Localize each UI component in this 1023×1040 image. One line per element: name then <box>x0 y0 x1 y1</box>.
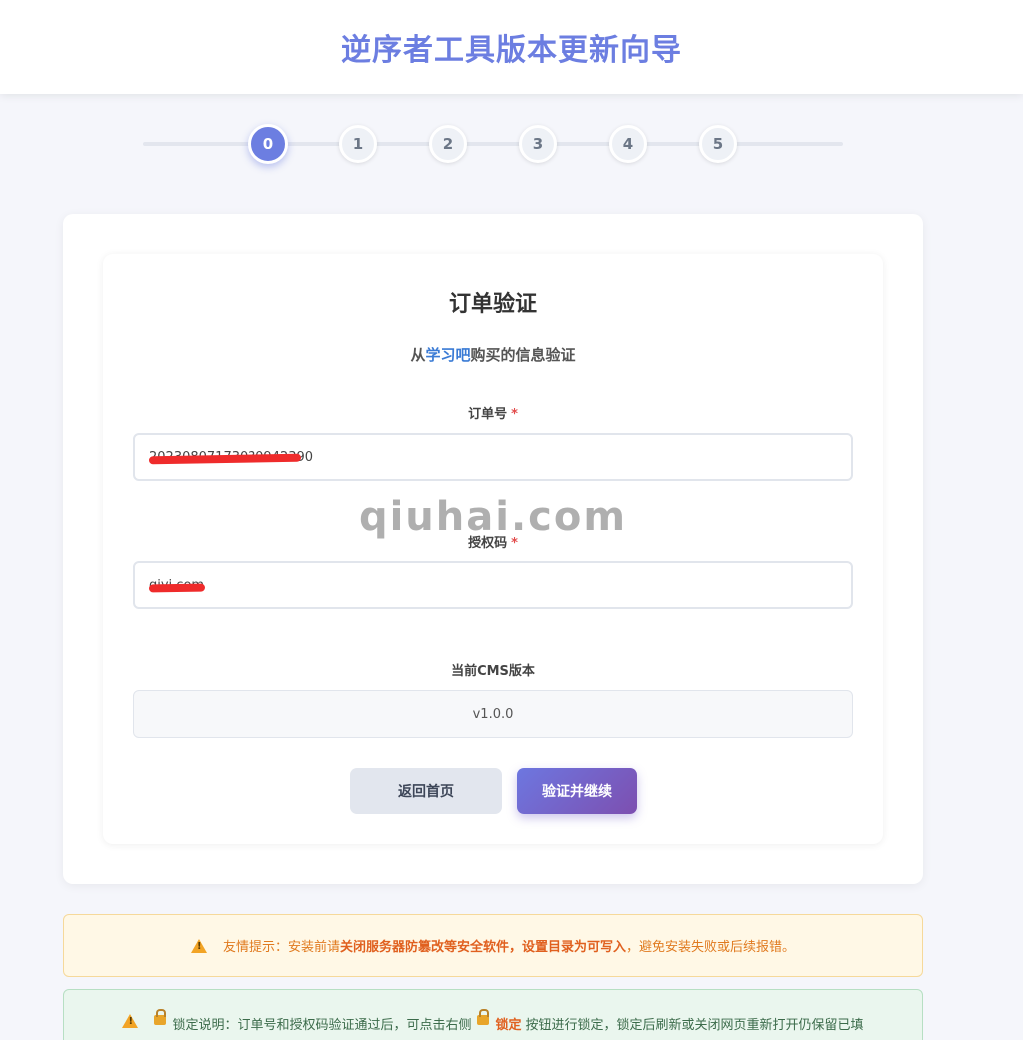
required-mark: * <box>511 536 518 551</box>
lock-icon <box>154 1009 167 1025</box>
order-number-label: 订单号 * <box>103 403 883 422</box>
subtitle-suffix: 购买的信息验证 <box>470 346 576 364</box>
redaction-mark <box>148 583 206 593</box>
subtitle-prefix: 从 <box>410 346 426 364</box>
subtitle-link[interactable]: 学习吧 <box>425 346 470 364</box>
step-5[interactable]: 5 <box>699 125 737 163</box>
lock-suffix: 按钮进行锁定，锁定后刷新或关闭网页重新打开仍保留已填 <box>525 1018 864 1033</box>
cms-version-value: v1.0.0 <box>472 706 514 722</box>
wizard-card: 订单验证 从学习吧购买的信息验证 订单号* 202308071730?09423… <box>63 214 923 884</box>
warn-suffix: ，避免安装失败或后续报错。 <box>626 940 796 955</box>
lock-info-notice: 锁定说明：订单号和授权码验证通过后，可点击右侧 锁定 按钮进行锁定，锁定后刷新或… <box>63 989 923 1040</box>
warning-icon <box>190 938 207 953</box>
warn-bold-1: 关闭服务器防篡改等安全软件 <box>339 940 509 955</box>
order-verification-panel: 订单验证 从学习吧购买的信息验证 订单号* 202308071730?09423… <box>103 254 883 844</box>
step-2[interactable]: 2 <box>429 125 467 163</box>
back-home-button[interactable]: 返回首页 <box>350 768 502 814</box>
required-mark: * <box>511 407 518 422</box>
warning-icon <box>122 1014 139 1028</box>
warn-bold-2: 设置目录为可写入 <box>522 940 627 955</box>
lock-bold: 锁定 <box>495 1018 522 1033</box>
cms-version-field: v1.0.0 <box>133 690 853 738</box>
order-number-input[interactable]: 202308071730?0942390 <box>133 433 853 481</box>
cms-version-label: 当前CMS版本 <box>451 664 535 679</box>
panel-title: 订单验证 <box>448 292 537 317</box>
verify-continue-button[interactable]: 验证并继续 <box>517 768 637 814</box>
auth-label-text: 授权码 <box>468 536 508 551</box>
order-label-text: 订单号 <box>468 407 508 422</box>
auth-code-input[interactable]: qiyi.com <box>133 561 853 609</box>
step-0[interactable]: 0 <box>248 124 288 164</box>
panel-subtitle: 从学习吧购买的信息验证 <box>103 344 883 365</box>
install-warning-notice: 友情提示：安装前请关闭服务器防篡改等安全软件，设置目录为可写入，避免安装失败或后… <box>63 914 923 977</box>
step-indicator: 0 1 2 3 4 5 <box>143 124 843 164</box>
step-4[interactable]: 4 <box>609 125 647 163</box>
lock-prefix: 锁定说明：订单号和授权码验证通过后，可点击右侧 <box>172 1018 472 1033</box>
lock-icon <box>477 1009 490 1025</box>
page-title: 逆序者工具版本更新向导 <box>341 33 682 68</box>
step-1[interactable]: 1 <box>339 125 377 163</box>
page-header: 逆序者工具版本更新向导 <box>0 0 1023 94</box>
auth-code-label: 授权码 * <box>103 532 883 551</box>
warn-prefix: 友情提示：安装前请 <box>222 940 340 955</box>
warn-separator: ， <box>508 940 522 955</box>
step-3[interactable]: 3 <box>519 125 557 163</box>
